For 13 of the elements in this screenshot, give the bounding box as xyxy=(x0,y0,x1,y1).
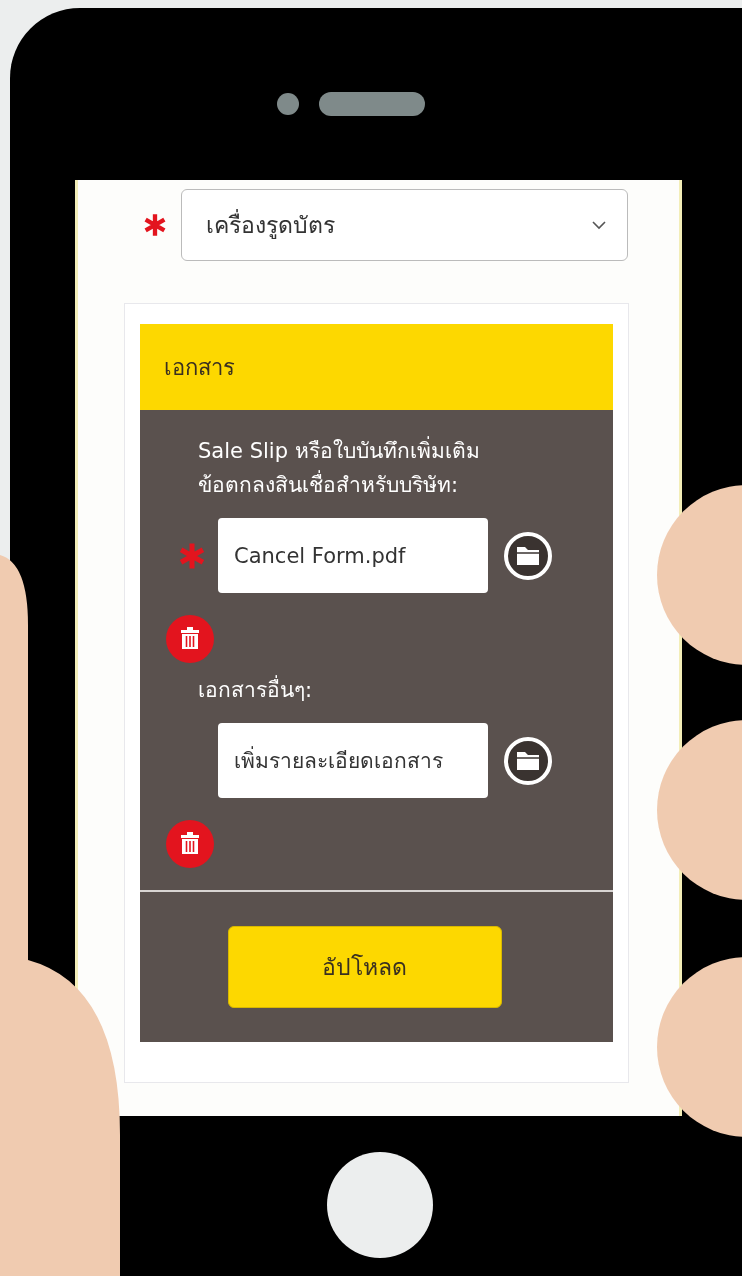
field-label: Sale Slip หรือใบบันทึกเพิ่มเติมข้อตกลงสินเชื่อสำหรับบริษัท: xyxy=(198,434,493,502)
trash-icon[interactable] xyxy=(166,820,214,868)
file-field[interactable]: Cancel Form.pdf xyxy=(218,518,488,593)
folder-icon[interactable] xyxy=(504,531,552,580)
file-field[interactable]: เพิ่มรายละเอียดเอกสาร xyxy=(218,723,488,798)
dropdown-field[interactable]: เครื่องรูดบัตร xyxy=(181,189,628,261)
upload-button[interactable]: อัปโหลด xyxy=(227,926,502,1008)
field-label: เอกสารอื่นๆ: xyxy=(198,673,493,707)
panel-header: เอกสาร xyxy=(140,324,613,410)
chevron-down-icon xyxy=(591,220,607,230)
trash-icon[interactable] xyxy=(166,615,214,663)
camera-dot xyxy=(277,93,299,115)
folder-icon[interactable] xyxy=(504,736,552,785)
